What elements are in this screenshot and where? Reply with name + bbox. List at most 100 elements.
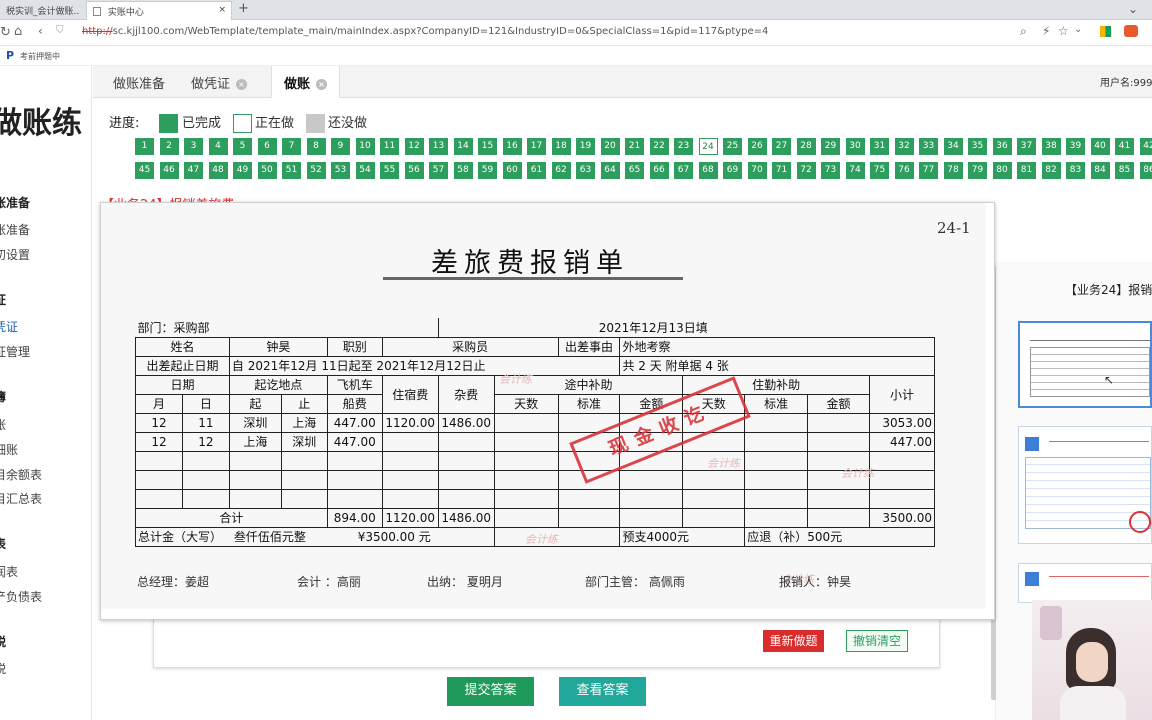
progress-cell[interactable]: 74 bbox=[845, 162, 865, 179]
progress-cell[interactable]: 19 bbox=[576, 138, 595, 155]
view-answer-button[interactable]: 查看答案 bbox=[559, 677, 646, 706]
progress-cell[interactable]: 56 bbox=[404, 162, 424, 179]
progress-cell[interactable]: 12 bbox=[404, 138, 424, 155]
attachment-thumbnail-selected[interactable]: ↖ bbox=[1018, 321, 1152, 408]
progress-cell[interactable]: 26 bbox=[747, 138, 767, 155]
progress-cell[interactable]: 81 bbox=[1017, 162, 1036, 179]
progress-cell[interactable]: 65 bbox=[625, 162, 644, 179]
progress-cell[interactable]: 48 bbox=[208, 162, 228, 179]
progress-cell[interactable]: 10 bbox=[355, 138, 375, 155]
browser-tab[interactable]: 税实训_会计做账... × bbox=[0, 1, 80, 20]
progress-cell[interactable]: 85 bbox=[1115, 162, 1134, 179]
progress-cell[interactable]: 29 bbox=[821, 138, 840, 155]
progress-cell[interactable]: 11 bbox=[380, 138, 399, 155]
submit-answer-button[interactable]: 提交答案 bbox=[447, 677, 534, 706]
progress-cell[interactable]: 63 bbox=[576, 162, 595, 179]
progress-cell[interactable]: 52 bbox=[306, 162, 326, 179]
progress-cell[interactable]: 68 bbox=[698, 162, 718, 179]
progress-cell[interactable]: 55 bbox=[380, 162, 399, 179]
progress-cell[interactable]: 67 bbox=[674, 162, 693, 179]
sidebar-item-active[interactable]: 凭证 bbox=[0, 318, 18, 335]
progress-cell[interactable]: 15 bbox=[478, 138, 497, 155]
home-icon[interactable]: ⌂ bbox=[14, 24, 22, 39]
progress-cell[interactable]: 39 bbox=[1066, 138, 1085, 155]
attachment-thumbnail[interactable] bbox=[1018, 426, 1152, 544]
progress-cell[interactable]: 83 bbox=[1066, 162, 1085, 179]
sidebar-item[interactable]: 细账 bbox=[0, 441, 18, 458]
clear-button[interactable]: 撤销清空 bbox=[846, 630, 908, 652]
zoom-icon[interactable]: ⌕ bbox=[1020, 24, 1027, 39]
sidebar-group-title[interactable]: 税 bbox=[0, 633, 6, 650]
progress-cell[interactable]: 82 bbox=[1041, 162, 1061, 179]
progress-cell[interactable]: 20 bbox=[600, 138, 620, 155]
tab-voucher[interactable]: 做凭证 × bbox=[191, 73, 248, 92]
back-icon[interactable]: ‹ bbox=[38, 24, 43, 38]
progress-cell[interactable]: 76 bbox=[894, 162, 914, 179]
sidebar-group-title[interactable]: 簿 bbox=[0, 388, 6, 405]
progress-cell[interactable]: 7 bbox=[282, 138, 301, 155]
lightning-icon[interactable]: ⚡ bbox=[1042, 24, 1050, 38]
progress-cell[interactable]: 5 bbox=[233, 138, 252, 155]
progress-cell[interactable]: 51 bbox=[282, 162, 301, 179]
sidebar-item[interactable]: 润表 bbox=[0, 563, 18, 580]
progress-cell[interactable]: 38 bbox=[1041, 138, 1061, 155]
progress-cell[interactable]: 66 bbox=[649, 162, 669, 179]
url-field[interactable]: http://sc.kjjl100.com/WebTemplate/templa… bbox=[82, 26, 768, 37]
extension-icon[interactable] bbox=[1100, 26, 1111, 37]
progress-cell[interactable]: 6 bbox=[257, 138, 277, 155]
sidebar-group-title[interactable]: 证 bbox=[0, 291, 6, 308]
tab-prepare[interactable]: 做账准备 bbox=[113, 73, 165, 92]
progress-cell[interactable]: 23 bbox=[674, 138, 693, 155]
progress-cell[interactable]: 53 bbox=[331, 162, 350, 179]
progress-cell[interactable]: 79 bbox=[968, 162, 987, 179]
progress-cell[interactable]: 54 bbox=[355, 162, 375, 179]
progress-cell[interactable]: 1 bbox=[135, 138, 154, 155]
progress-cell[interactable]: 45 bbox=[135, 162, 154, 179]
sidebar-item[interactable]: 初设置 bbox=[0, 246, 30, 263]
chevron-down-icon[interactable]: ⌄ bbox=[1074, 24, 1082, 35]
sidebar-group-title[interactable]: 账准备 bbox=[0, 194, 30, 211]
security-icon[interactable]: ⛉ bbox=[56, 25, 64, 36]
close-icon[interactable]: × bbox=[316, 79, 328, 90]
progress-cell[interactable]: 64 bbox=[600, 162, 620, 179]
progress-cell[interactable]: 73 bbox=[821, 162, 840, 179]
close-icon[interactable]: × bbox=[236, 79, 248, 90]
progress-cell[interactable]: 42 bbox=[1139, 138, 1152, 155]
progress-cell[interactable]: 8 bbox=[306, 138, 326, 155]
sidebar-item[interactable]: 账准备 bbox=[0, 221, 30, 238]
progress-cell[interactable]: 2 bbox=[159, 138, 179, 155]
progress-cell[interactable]: 27 bbox=[772, 138, 791, 155]
progress-cell[interactable]: 60 bbox=[502, 162, 522, 179]
close-icon[interactable]: × bbox=[218, 5, 226, 15]
progress-cell[interactable]: 61 bbox=[527, 162, 546, 179]
progress-cell[interactable]: 14 bbox=[453, 138, 473, 155]
progress-cell[interactable]: 59 bbox=[478, 162, 497, 179]
progress-cell[interactable]: 57 bbox=[429, 162, 448, 179]
progress-cell[interactable]: 80 bbox=[992, 162, 1012, 179]
progress-cell[interactable]: 3 bbox=[184, 138, 203, 155]
progress-cell[interactable]: 49 bbox=[233, 162, 252, 179]
sidebar-group-title[interactable]: 表 bbox=[0, 535, 6, 552]
attachment-thumbnail[interactable] bbox=[1018, 563, 1152, 603]
sidebar-item[interactable]: 税 bbox=[0, 660, 6, 677]
progress-cell[interactable]: 47 bbox=[184, 162, 203, 179]
progress-cell[interactable]: 84 bbox=[1090, 162, 1110, 179]
progress-cell[interactable]: 33 bbox=[919, 138, 938, 155]
progress-cell[interactable]: 58 bbox=[453, 162, 473, 179]
tab-menu-icon[interactable]: ⌄ bbox=[1128, 2, 1138, 16]
progress-cell[interactable]: 37 bbox=[1017, 138, 1036, 155]
progress-cell[interactable]: 72 bbox=[796, 162, 816, 179]
progress-cell[interactable]: 46 bbox=[159, 162, 179, 179]
progress-cell[interactable]: 17 bbox=[527, 138, 546, 155]
progress-cell[interactable]: 28 bbox=[796, 138, 816, 155]
reload-icon[interactable]: ↻ bbox=[0, 25, 11, 40]
new-tab-button[interactable]: + bbox=[238, 1, 249, 16]
progress-cell[interactable]: 40 bbox=[1090, 138, 1110, 155]
progress-cell[interactable]: 22 bbox=[649, 138, 669, 155]
progress-cell[interactable]: 78 bbox=[943, 162, 963, 179]
progress-cell[interactable]: 13 bbox=[429, 138, 448, 155]
progress-cell[interactable]: 4 bbox=[208, 138, 228, 155]
progress-cell[interactable]: 30 bbox=[845, 138, 865, 155]
progress-cell[interactable]: 34 bbox=[943, 138, 963, 155]
progress-cell[interactable]: 9 bbox=[331, 138, 350, 155]
